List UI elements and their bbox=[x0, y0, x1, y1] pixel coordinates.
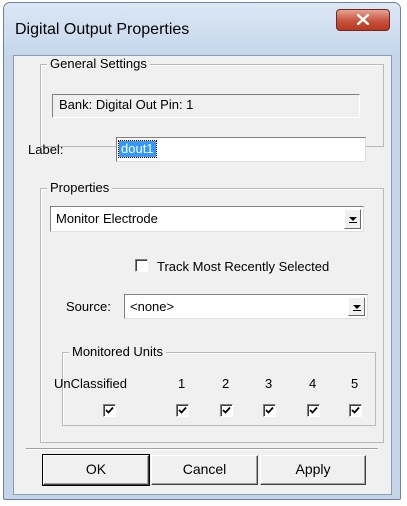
unit-checkbox-3[interactable] bbox=[263, 404, 276, 417]
chevron-down-icon bbox=[353, 305, 361, 309]
checkmark-icon bbox=[178, 406, 187, 414]
unit-checkbox-4[interactable] bbox=[307, 404, 320, 417]
chevron-down-icon bbox=[349, 217, 357, 221]
unit-header-4: 4 bbox=[309, 376, 317, 391]
mode-select-value: Monitor Electrode bbox=[56, 211, 158, 226]
unit-header-3: 3 bbox=[265, 376, 273, 391]
window-title: Digital Output Properties bbox=[15, 21, 190, 38]
source-dropdown-button[interactable] bbox=[348, 297, 365, 316]
checkmark-icon bbox=[309, 406, 318, 414]
unit-checkbox-unclassified[interactable] bbox=[103, 404, 116, 417]
properties-caption: Properties bbox=[47, 181, 113, 195]
mode-select[interactable]: Monitor Electrode bbox=[50, 206, 364, 232]
button-separator bbox=[26, 448, 378, 450]
unit-header-unclassified: UnClassified bbox=[54, 376, 127, 391]
checkmark-icon bbox=[222, 406, 231, 414]
unit-checkbox-5[interactable] bbox=[349, 404, 362, 417]
bank-pin-info: Bank: Digital Out Pin: 1 bbox=[52, 94, 360, 118]
checkmark-icon bbox=[351, 406, 360, 414]
mode-dropdown-button[interactable] bbox=[344, 209, 361, 229]
label-input-value: dout1 bbox=[118, 140, 157, 158]
track-recent-label: Track Most Recently Selected bbox=[157, 259, 330, 274]
unit-checkbox-1[interactable] bbox=[176, 404, 189, 417]
unit-header-1: 1 bbox=[178, 376, 186, 391]
source-select[interactable]: <none> bbox=[124, 294, 368, 319]
label-field-caption: Label: bbox=[28, 142, 64, 157]
apply-button[interactable]: Apply bbox=[260, 455, 366, 485]
unit-header-2: 2 bbox=[222, 376, 230, 391]
checkmark-icon bbox=[265, 406, 274, 414]
monitored-units-caption: Monitored Units bbox=[69, 345, 167, 359]
label-input[interactable]: dout1 bbox=[116, 137, 366, 162]
ok-button-label: OK bbox=[85, 461, 107, 477]
close-icon bbox=[357, 14, 369, 25]
track-recent-checkbox[interactable] bbox=[135, 259, 148, 272]
dialog-window: Digital Output Properties General Settin… bbox=[3, 2, 401, 500]
title-bar[interactable]: Digital Output Properties bbox=[4, 3, 400, 55]
close-button[interactable] bbox=[336, 9, 390, 31]
ok-button[interactable]: OK bbox=[42, 454, 150, 486]
unit-checkbox-2[interactable] bbox=[220, 404, 233, 417]
dialog-client-area: General Settings Bank: Digital Out Pin: … bbox=[13, 55, 392, 495]
source-select-value: <none> bbox=[130, 299, 175, 314]
checkmark-icon bbox=[105, 406, 114, 414]
cancel-button-label: Cancel bbox=[182, 461, 227, 477]
cancel-button[interactable]: Cancel bbox=[151, 455, 258, 485]
source-caption: Source: bbox=[66, 299, 111, 314]
general-settings-caption: General Settings bbox=[47, 57, 150, 71]
unit-header-5: 5 bbox=[351, 376, 359, 391]
apply-button-label: Apply bbox=[295, 461, 331, 477]
